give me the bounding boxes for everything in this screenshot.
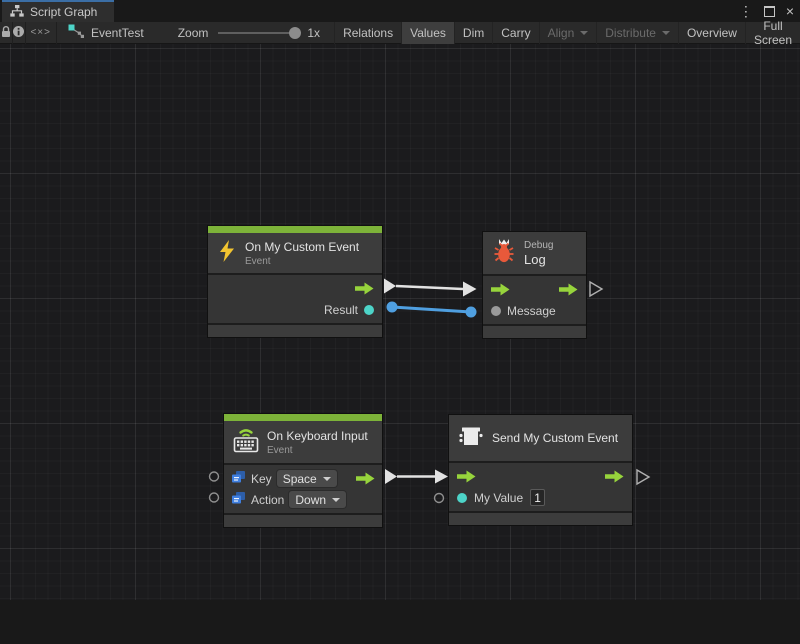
node-body: Key Space (224, 463, 382, 515)
node-kicker: Debug (524, 240, 553, 251)
toolbar-buttons: Relations Values Dim Carry Align Distrib… (334, 22, 800, 44)
graph-node-icon (68, 24, 85, 42)
node-title: Send My Custom Event (492, 431, 618, 445)
node-body: Message (483, 274, 586, 326)
event-accent-bar (208, 226, 382, 233)
node-footer (449, 513, 632, 525)
node-subtitle: Event (267, 445, 368, 456)
zoom-value: 1x (307, 26, 320, 40)
keyboard-icon (231, 426, 261, 459)
flow-wire[interactable] (396, 286, 463, 289)
node-body: My Value (449, 461, 632, 513)
node-title: Log (524, 252, 553, 267)
node-footer (224, 515, 382, 527)
action-input-port[interactable] (210, 493, 219, 502)
info-icon (12, 25, 25, 41)
close-icon[interactable]: × (786, 4, 794, 18)
graph-toolbar: <×> EventTest Zoom 1x Relation (0, 22, 800, 44)
flow-input-port[interactable] (491, 283, 510, 296)
flow-input-port[interactable] (457, 470, 476, 483)
graph-name-breadcrumb[interactable]: EventTest (56, 24, 154, 42)
chevron-down-icon (662, 31, 670, 35)
toolbar-button-carry[interactable]: Carry (492, 22, 538, 44)
flow-output-port[interactable] (356, 472, 375, 485)
value-wire-endpoint[interactable] (466, 307, 477, 318)
node-header: On My Custom Event Event (208, 233, 382, 273)
zoom-control: Zoom 1x (178, 26, 320, 40)
event-accent-bar (224, 414, 382, 421)
toolbar-button-distribute[interactable]: Distribute (596, 22, 678, 44)
my-value-input-port[interactable] (435, 494, 444, 503)
node-on-keyboard-input[interactable]: On Keyboard Input Event Key (224, 414, 382, 527)
node-on-my-custom-event[interactable]: On My Custom Event Event Result (208, 226, 382, 337)
port-label-result: Result (324, 303, 358, 317)
node-title: On Keyboard Input (267, 429, 368, 443)
graph-canvas[interactable]: On My Custom Event Event Result (0, 44, 800, 600)
flow-output-port[interactable] (559, 283, 578, 296)
port-label-key: Key (251, 472, 272, 486)
window-titlebar: Script Graph ⋮ × (0, 0, 800, 22)
keycode-type-icon (231, 470, 246, 487)
maximize-icon[interactable] (764, 6, 775, 17)
chevron-down-icon (332, 498, 340, 502)
value-wire[interactable] (392, 307, 471, 312)
zoom-label: Zoom (178, 26, 209, 40)
flow-wire-arrowhead (463, 282, 477, 297)
node-footer (208, 325, 382, 337)
lightning-bolt-icon (217, 240, 237, 267)
node-send-my-custom-event[interactable]: Send My Custom Event My Value (449, 415, 632, 525)
code-toggle-button[interactable]: <×> (26, 22, 56, 44)
key-input-port[interactable] (210, 472, 219, 481)
port-label-message: Message (507, 304, 556, 318)
flow-output-port[interactable] (605, 470, 624, 483)
node-body: Result (208, 273, 382, 325)
keycode-type-icon (231, 491, 246, 508)
node-header: Debug Log (483, 232, 586, 274)
node-header: Send My Custom Event (449, 415, 632, 461)
flow-output-port[interactable] (355, 282, 374, 295)
flow-port-triangle-connected[interactable] (385, 469, 397, 484)
tab-script-graph[interactable]: Script Graph (2, 0, 114, 22)
unity-script-graph-window: Script Graph ⋮ × (0, 0, 800, 600)
lock-button[interactable] (0, 22, 12, 44)
result-value-port[interactable] (364, 305, 374, 315)
node-debug-log[interactable]: Debug Log Message (483, 232, 586, 338)
flow-port-triangle-connected[interactable] (384, 279, 396, 294)
toolbar-button-align[interactable]: Align (539, 22, 597, 44)
chevron-down-icon (580, 31, 588, 35)
message-value-port[interactable] (491, 306, 501, 316)
graph-name-label: EventTest (91, 26, 144, 40)
port-label-my-value: My Value (474, 491, 523, 505)
chevron-down-icon (323, 477, 331, 481)
bug-icon (492, 238, 516, 269)
value-wire-endpoint[interactable] (387, 302, 398, 313)
node-header: On Keyboard Input Event (224, 421, 382, 463)
event-machine-icon (458, 423, 484, 454)
my-value-port[interactable] (457, 493, 467, 503)
flow-port-triangle[interactable] (590, 282, 602, 296)
key-dropdown[interactable]: Space (277, 470, 337, 487)
action-dropdown[interactable]: Down (289, 491, 346, 508)
toolbar-button-overview[interactable]: Overview (678, 22, 745, 44)
toolbar-button-values[interactable]: Values (401, 22, 454, 44)
toolbar-button-full-screen[interactable]: Full Screen (745, 22, 800, 44)
zoom-slider-handle[interactable] (289, 27, 301, 39)
node-footer (483, 326, 586, 338)
my-value-input[interactable] (530, 489, 545, 506)
node-subtitle: Event (245, 256, 359, 267)
info-button[interactable] (12, 22, 25, 44)
flow-wire-arrowhead (435, 470, 448, 484)
code-icon: <×> (30, 27, 51, 38)
lock-icon (0, 25, 12, 41)
node-title: On My Custom Event (245, 240, 359, 254)
port-label-action: Action (251, 493, 284, 507)
script-graph-icon (10, 5, 24, 20)
toolbar-button-dim[interactable]: Dim (454, 22, 492, 44)
flow-port-triangle[interactable] (637, 470, 649, 484)
kebab-menu-icon[interactable]: ⋮ (739, 4, 753, 18)
zoom-slider[interactable] (218, 32, 298, 34)
tab-title: Script Graph (30, 5, 97, 19)
connections-overlay (0, 44, 800, 644)
toolbar-button-relations[interactable]: Relations (334, 22, 401, 44)
